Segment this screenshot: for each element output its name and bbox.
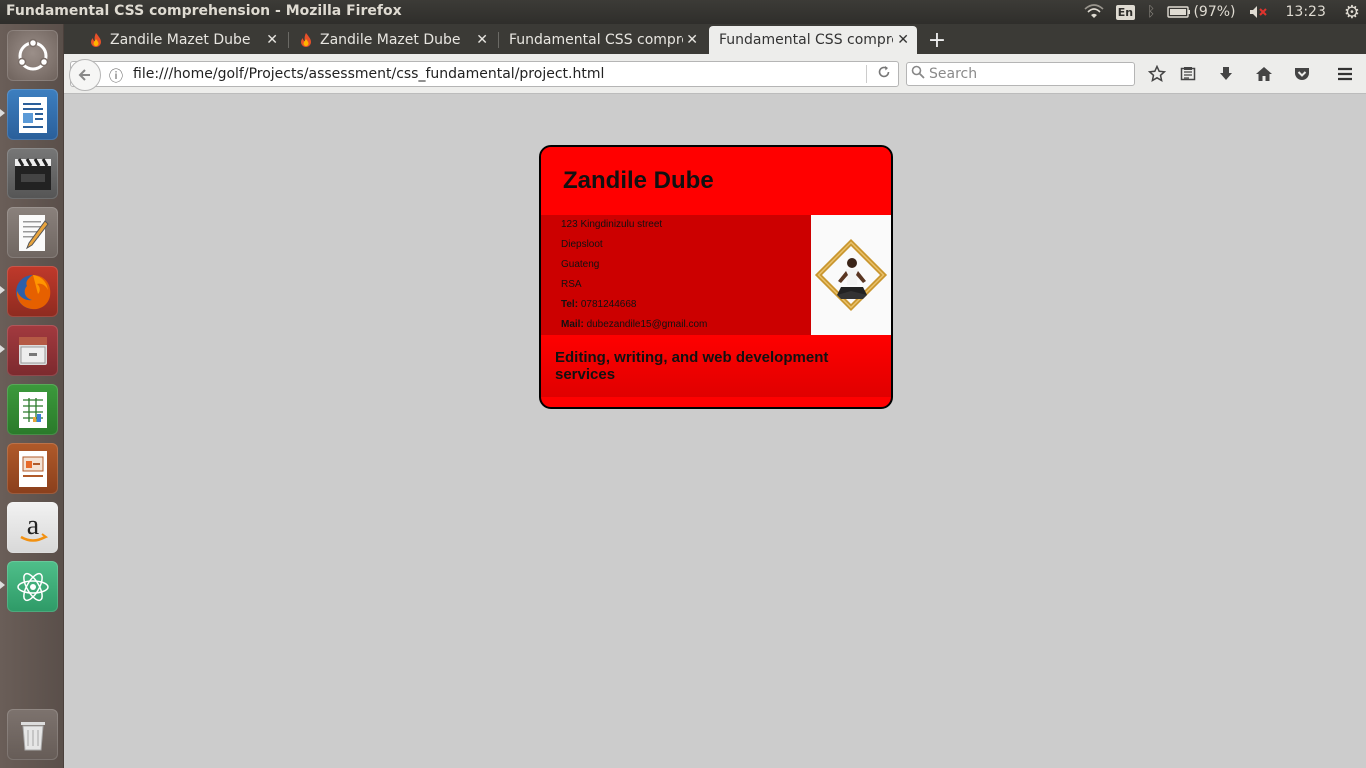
bluetooth-icon[interactable]: ᛒ — [1141, 0, 1161, 24]
hamburger-menu-icon[interactable] — [1334, 63, 1356, 85]
url-bar[interactable]: ⓘ file:///home/golf/Projects/assessment/… — [69, 59, 899, 91]
search-icon — [911, 65, 925, 83]
navigation-bar: ⓘ file:///home/golf/Projects/assessment/… — [64, 54, 1366, 94]
url-bar-separator — [866, 65, 867, 83]
back-arrow-icon — [78, 69, 90, 81]
tab-label: Fundamental CSS compre — [509, 32, 683, 48]
tel-value: 0781244668 — [580, 299, 637, 310]
telephone-line: Tel: 0781244668 — [561, 299, 636, 310]
launcher: a — [0, 24, 64, 768]
libreoffice-calc-icon[interactable] — [7, 384, 58, 435]
keyboard-layout-label: En — [1115, 4, 1136, 20]
mail-label: Mail: — [561, 319, 584, 330]
tab-close-icon[interactable]: ✕ — [686, 32, 698, 48]
business-card: Zandile Dube 123 Kingdinizulu street Die… — [539, 145, 893, 409]
video-editor-icon[interactable] — [7, 148, 58, 199]
window-title-bar: Fundamental CSS comprehension - Mozilla … — [0, 0, 1366, 24]
running-indicator — [0, 345, 5, 353]
running-indicator — [0, 109, 5, 117]
url-text[interactable]: file:///home/golf/Projects/assessment/cs… — [133, 66, 604, 82]
downloads-icon[interactable] — [1215, 63, 1237, 85]
address-line-area: Diepsloot — [561, 239, 603, 250]
mail-value: dubezandile15@gmail.com — [586, 319, 708, 330]
tab-1[interactable]: Zandile Mazet Dube ✕ — [72, 26, 286, 54]
tab-label: Fundamental CSS compre — [719, 32, 893, 48]
address-line-country: RSA — [561, 279, 582, 290]
trash-icon[interactable] — [7, 709, 58, 760]
bookmark-star-icon[interactable] — [1146, 63, 1168, 85]
battery-icon — [1167, 6, 1191, 18]
favicon-fire-icon — [91, 33, 101, 47]
tab-separator — [288, 32, 289, 48]
file-manager-icon[interactable] — [7, 325, 58, 376]
tab-3[interactable]: Fundamental CSS compre ✕ — [500, 26, 706, 54]
pocket-icon[interactable] — [1291, 63, 1313, 85]
battery-indicator[interactable]: (97%) — [1161, 0, 1241, 24]
tab-close-icon[interactable]: ✕ — [476, 32, 488, 48]
card-contact-info: 123 Kingdinizulu street Diepsloot Guaten… — [541, 215, 811, 335]
card-tagline: Editing, writing, and web development se… — [555, 349, 829, 383]
home-icon[interactable] — [1253, 63, 1275, 85]
search-bar[interactable] — [906, 62, 1135, 86]
keyboard-layout-indicator[interactable]: En — [1110, 0, 1141, 24]
mail-line: Mail: dubezandile15@gmail.com — [561, 319, 707, 330]
amazon-icon[interactable]: a — [7, 502, 58, 553]
libreoffice-impress-icon[interactable] — [7, 443, 58, 494]
new-tab-button[interactable]: + — [924, 27, 950, 53]
card-footer: Editing, writing, and web development se… — [541, 335, 891, 397]
window-title: Fundamental CSS comprehension - Mozilla … — [6, 3, 402, 19]
tab-label: Zandile Mazet Dube — [320, 32, 461, 48]
tab-close-icon[interactable]: ✕ — [897, 32, 909, 48]
page-content: Zandile Dube 123 Kingdinizulu street Die… — [64, 94, 1366, 768]
battery-percent: (97%) — [1193, 4, 1236, 20]
volume-muted-icon[interactable] — [1242, 0, 1274, 24]
card-header: Zandile Dube — [541, 147, 891, 215]
reload-icon[interactable] — [877, 65, 891, 83]
tab-4-active[interactable]: Fundamental CSS compre ✕ — [709, 26, 917, 54]
libreoffice-writer-icon[interactable] — [7, 89, 58, 140]
tab-close-icon[interactable]: ✕ — [266, 32, 278, 48]
tab-2[interactable]: Zandile Mazet Dube ✕ — [290, 26, 496, 54]
tab-strip: Zandile Mazet Dube ✕ Zandile Mazet Dube … — [64, 24, 1366, 54]
system-tray: En ᛒ (97%) 13:23 ⚙ — [1078, 0, 1366, 24]
running-indicator — [0, 581, 5, 589]
firefox-icon[interactable] — [7, 266, 58, 317]
svg-text:a: a — [26, 510, 39, 541]
tab-label: Zandile Mazet Dube — [110, 32, 251, 48]
back-button[interactable] — [69, 59, 101, 91]
running-indicator-active — [0, 286, 5, 294]
tab-separator — [498, 32, 499, 48]
settings-gear-icon[interactable]: ⚙ — [1338, 0, 1366, 24]
address-line-street: 123 Kingdinizulu street — [561, 219, 663, 230]
search-input[interactable] — [929, 64, 1129, 84]
text-editor-icon[interactable] — [7, 207, 58, 258]
profile-photo — [811, 215, 891, 335]
wifi-icon[interactable] — [1078, 0, 1110, 24]
atom-editor-icon[interactable] — [7, 561, 58, 612]
clock[interactable]: 13:23 — [1274, 0, 1338, 24]
address-line-province: Guateng — [561, 259, 600, 270]
favicon-fire-icon — [301, 33, 311, 47]
reading-list-icon[interactable] — [1177, 63, 1199, 85]
tel-label: Tel: — [561, 299, 579, 310]
ubuntu-dash-icon[interactable] — [7, 30, 58, 81]
card-name: Zandile Dube — [563, 167, 714, 194]
site-info-icon[interactable]: ⓘ — [109, 66, 123, 86]
